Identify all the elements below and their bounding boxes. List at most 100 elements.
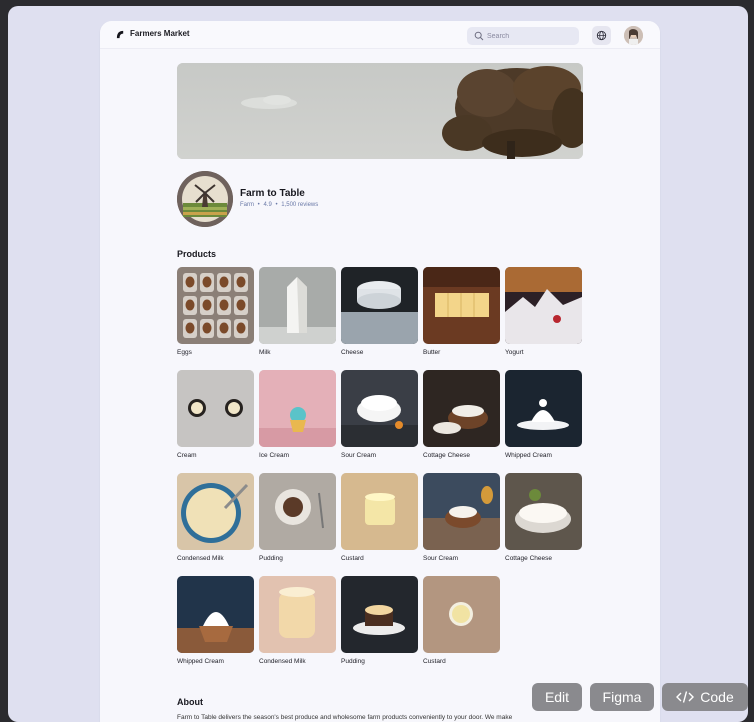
edit-button-label: Edit — [544, 689, 570, 705]
product-label: Condensed Milk — [177, 555, 224, 562]
product-card[interactable]: Condensed Milk — [177, 473, 254, 571]
meta-separator: • — [275, 202, 278, 208]
product-thumbnail[interactable] — [341, 473, 418, 550]
user-avatar[interactable] — [624, 26, 643, 45]
figma-button[interactable]: Figma — [590, 683, 654, 711]
product-thumbnail[interactable] — [505, 267, 582, 344]
shop-meta: Farm • 4.9 • 1,500 reviews — [240, 202, 320, 208]
product-label: Whipped Cream — [177, 658, 224, 665]
product-card[interactable]: Sour Cream — [341, 370, 418, 468]
product-label: Sour Cream — [423, 555, 459, 562]
product-image — [259, 267, 336, 344]
product-thumbnail[interactable] — [177, 370, 254, 447]
product-card[interactable]: Milk — [259, 267, 336, 365]
product-image — [341, 576, 418, 653]
product-card[interactable]: Whipped Cream — [177, 576, 254, 674]
product-card[interactable]: Eggs — [177, 267, 254, 365]
product-image — [423, 473, 500, 550]
product-label: Milk — [259, 349, 271, 356]
product-label: Ice Cream — [259, 452, 289, 459]
windmill-emblem — [177, 171, 233, 227]
product-card[interactable]: Butter — [423, 267, 500, 365]
product-label: Eggs — [177, 349, 192, 356]
products-heading: Products — [177, 249, 217, 259]
product-card[interactable]: Whipped Cream — [505, 370, 582, 468]
product-card[interactable]: Custard — [423, 576, 500, 674]
figma-button-label: Figma — [602, 689, 642, 705]
search-icon — [474, 31, 484, 41]
app-window: Farmers Market Search Farm to Table Farm… — [100, 21, 660, 722]
product-thumbnail[interactable] — [259, 473, 336, 550]
product-thumbnail[interactable] — [341, 576, 418, 653]
product-thumbnail[interactable] — [505, 370, 582, 447]
product-thumbnail[interactable] — [177, 267, 254, 344]
product-label: Cottage Cheese — [423, 452, 470, 459]
product-thumbnail[interactable] — [341, 370, 418, 447]
code-button-label: Code — [700, 689, 734, 705]
product-thumbnail[interactable] — [505, 473, 582, 550]
product-image — [505, 267, 582, 344]
shop-rating: 4.9 — [263, 202, 272, 208]
product-thumbnail[interactable] — [341, 267, 418, 344]
product-card[interactable]: Condensed Milk — [259, 576, 336, 674]
language-button[interactable] — [592, 26, 611, 45]
product-card[interactable]: Cottage Cheese — [505, 473, 582, 571]
product-label: Pudding — [341, 658, 365, 665]
product-image — [177, 267, 254, 344]
product-image — [341, 473, 418, 550]
code-icon — [676, 691, 695, 703]
product-image — [423, 370, 500, 447]
preview-canvas: Farmers Market Search Farm to Table Farm… — [8, 6, 748, 722]
banner-image — [177, 63, 583, 159]
product-label: Butter — [423, 349, 441, 356]
product-card[interactable]: Cheese — [341, 267, 418, 365]
shop-reviews[interactable]: 1,500 reviews — [281, 202, 318, 208]
product-thumbnail[interactable] — [259, 370, 336, 447]
product-image — [177, 370, 254, 447]
about-text: Farm to Table delivers the season's best… — [177, 714, 513, 721]
search-input[interactable] — [487, 29, 575, 43]
product-image — [177, 473, 254, 550]
product-image — [177, 576, 254, 653]
product-image — [259, 370, 336, 447]
product-card[interactable]: Pudding — [259, 473, 336, 571]
product-label: Condensed Milk — [259, 658, 306, 665]
product-thumbnail[interactable] — [423, 576, 500, 653]
product-card[interactable]: Sour Cream — [423, 473, 500, 571]
top-nav-bar: Farmers Market — [100, 21, 660, 49]
globe-icon — [596, 30, 607, 41]
product-label: Sour Cream — [341, 452, 377, 459]
product-label: Custard — [341, 555, 364, 562]
product-label: Pudding — [259, 555, 283, 562]
shop-category[interactable]: Farm — [240, 202, 254, 208]
product-image — [259, 473, 336, 550]
search-bar[interactable] — [467, 27, 579, 45]
product-label: Whipped Cream — [505, 452, 552, 459]
product-thumbnail[interactable] — [423, 473, 500, 550]
logo-icon — [116, 30, 124, 39]
product-thumbnail[interactable] — [259, 576, 336, 653]
product-card[interactable]: Ice Cream — [259, 370, 336, 468]
product-label: Cottage Cheese — [505, 555, 552, 562]
about-heading: About — [177, 697, 203, 707]
code-button[interactable]: Code — [662, 683, 748, 711]
product-image — [505, 370, 582, 447]
product-card[interactable]: Cream — [177, 370, 254, 468]
app-title[interactable]: Farmers Market — [130, 29, 190, 38]
product-card[interactable]: Yogurt — [505, 267, 582, 365]
product-card[interactable]: Custard — [341, 473, 418, 571]
product-thumbnail[interactable] — [177, 473, 254, 550]
product-thumbnail[interactable] — [423, 370, 500, 447]
product-image — [423, 267, 500, 344]
product-label: Cream — [177, 452, 197, 459]
shop-logo — [177, 171, 233, 227]
product-thumbnail[interactable] — [177, 576, 254, 653]
product-card[interactable]: Pudding — [341, 576, 418, 674]
product-image — [259, 576, 336, 653]
product-thumbnail[interactable] — [423, 267, 500, 344]
edit-button[interactable]: Edit — [532, 683, 582, 711]
product-label: Yogurt — [505, 349, 524, 356]
product-card[interactable]: Cottage Cheese — [423, 370, 500, 468]
product-image — [423, 576, 500, 653]
product-thumbnail[interactable] — [259, 267, 336, 344]
